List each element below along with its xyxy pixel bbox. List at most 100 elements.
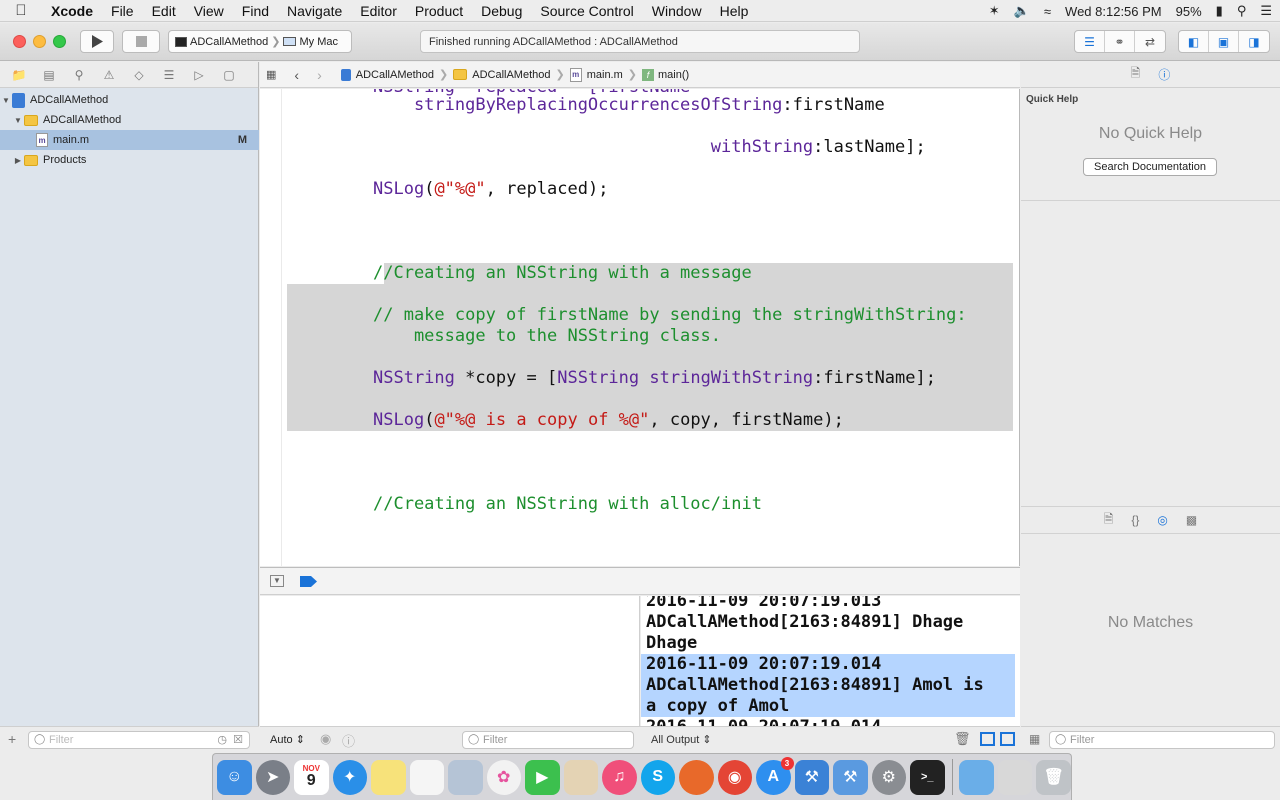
downloads-folder-icon[interactable] [959, 759, 994, 795]
run-button[interactable] [80, 30, 114, 53]
safari-icon[interactable]: ✦ [332, 759, 367, 795]
editor-gutter[interactable] [260, 89, 282, 566]
search-documentation-button[interactable]: Search Documentation [1083, 158, 1217, 176]
documents-icon[interactable] [997, 759, 1033, 795]
chrome-icon[interactable]: ◉ [717, 759, 752, 795]
tree-row-project[interactable]: ▼ ADCallAMethod [0, 90, 259, 110]
menu-editor[interactable]: Editor [351, 3, 406, 19]
menu-edit[interactable]: Edit [143, 3, 185, 19]
preview-icon[interactable] [448, 759, 483, 795]
menu-find[interactable]: Find [233, 3, 278, 19]
stop-button[interactable] [122, 30, 160, 53]
add-file-icon[interactable]: + [8, 731, 16, 747]
output-selector[interactable]: All Output ⇕ [651, 733, 712, 746]
grid-view-icon[interactable]: ▦ [1029, 732, 1040, 746]
standard-editor-icon[interactable]: ☰ [1075, 31, 1105, 52]
reminders-icon[interactable] [409, 759, 444, 795]
scheme-selector[interactable]: ADCallAMethod ❯ My Mac [168, 30, 352, 53]
breakpoint-navigator-icon[interactable]: ▷ [190, 68, 208, 82]
info-icon[interactable]: ⓘ [342, 731, 355, 750]
source-control-filter-icon[interactable]: ☒ [233, 733, 243, 746]
debug-navigator-icon[interactable]: ☰ [160, 68, 178, 82]
auto-scope-selector[interactable]: Auto ⇕ [270, 733, 305, 746]
minimize-window-button[interactable] [33, 35, 46, 48]
navigator-filter-input[interactable]: ◯ Filter ◷ ☒ [28, 731, 250, 749]
system-preferences-icon[interactable]: ⚙ [871, 759, 906, 795]
notification-center-icon[interactable]: ☰ [1260, 3, 1272, 19]
disclosure-right-icon[interactable]: ▶ [12, 156, 24, 165]
xcode-icon[interactable]: ⚒ [794, 759, 829, 795]
split-right-pane-icon[interactable] [1000, 732, 1015, 746]
assistant-editor-icon[interactable]: ⚭ [1105, 31, 1135, 52]
tree-row-main-m[interactable]: m main.m M [0, 130, 259, 150]
menu-app-name[interactable]: Xcode [42, 3, 102, 19]
calendar-icon[interactable]: NOV 9 [294, 759, 329, 795]
menu-view[interactable]: View [185, 3, 233, 19]
disclosure-down-icon[interactable]: ▼ [0, 96, 12, 105]
trash-icon[interactable]: 🗑 [1036, 759, 1071, 795]
issue-navigator-icon[interactable]: ⚠ [100, 68, 118, 82]
breakpoints-toggle-icon[interactable] [300, 576, 317, 587]
notes-icon[interactable] [371, 759, 406, 795]
menu-help[interactable]: Help [711, 3, 758, 19]
jumpbar-crumb-project[interactable]: ADCallAMethod [338, 68, 437, 81]
volume-icon[interactable]: 🔈 [1014, 3, 1030, 19]
menu-navigate[interactable]: Navigate [278, 3, 351, 19]
apple-menu-icon[interactable]:  [0, 2, 42, 19]
media-library-icon[interactable]: ▩ [1186, 513, 1197, 527]
find-navigator-icon[interactable]: ⚲ [70, 68, 88, 82]
photos-icon[interactable]: ✿ [486, 759, 521, 795]
quick-look-eye-icon[interactable]: ◉ [320, 731, 331, 747]
jumpbar-crumb-group[interactable]: ADCallAMethod [450, 69, 553, 81]
spotlight-search-icon[interactable]: ⚲ [1237, 3, 1247, 19]
skype-icon[interactable]: S [640, 759, 675, 795]
tree-row-products[interactable]: ▶ Products [0, 150, 259, 170]
code-snippet-library-icon[interactable]: {} [1131, 513, 1139, 527]
symbol-navigator-icon[interactable]: ▤ [40, 68, 58, 82]
report-navigator-icon[interactable]: ▢ [220, 68, 238, 82]
console-output[interactable]: 2016-11-09 20:07:19.013 ADCallAMethod[216… [641, 596, 1020, 726]
terminal-icon[interactable]: >_ [910, 759, 945, 795]
firefox-icon[interactable] [679, 759, 714, 795]
library-filter-input[interactable]: ◯ Filter [1049, 731, 1275, 749]
jumpbar-crumb-file[interactable]: m main.m [567, 67, 626, 82]
source-editor[interactable]: NSString *replaced = [firstName stringBy… [260, 89, 1020, 566]
jumpbar-crumb-function[interactable]: f main() [639, 68, 692, 81]
version-editor-icon[interactable]: ⇄ [1135, 31, 1165, 52]
menu-source-control[interactable]: Source Control [531, 3, 642, 19]
battery-percent[interactable]: 95% [1176, 4, 1202, 19]
quick-help-icon[interactable]: ⓘ [1158, 66, 1170, 83]
project-navigator-folder-icon[interactable]: 📁 [10, 68, 28, 82]
bluetooth-icon[interactable]: ✶ [989, 3, 1000, 19]
appstore-icon[interactable]: A 3 [756, 756, 794, 795]
tree-row-group[interactable]: ▼ ADCallAMethod [0, 110, 259, 130]
toggle-utilities-icon[interactable]: ◨ [1239, 31, 1269, 52]
test-navigator-icon[interactable]: ◇ [130, 68, 148, 82]
battery-icon[interactable]: ▮ [1216, 3, 1223, 19]
file-template-library-icon[interactable]: 🗎 [1104, 510, 1114, 531]
object-library-icon[interactable]: ◎ [1157, 513, 1167, 527]
hide-debug-area-icon[interactable]: ▼ [270, 575, 284, 587]
itunes-icon[interactable]: ♫ [602, 759, 637, 795]
menu-window[interactable]: Window [643, 3, 711, 19]
disclosure-down-icon[interactable]: ▼ [12, 116, 24, 125]
trash-icon[interactable]: 🗑 [954, 731, 971, 747]
file-inspector-icon[interactable]: 🗎 [1131, 64, 1141, 85]
xcode-beta-icon[interactable]: ⚒ [833, 759, 868, 795]
related-items-icon[interactable]: ▦ [260, 68, 280, 81]
launchpad-icon[interactable]: ➤ [255, 759, 290, 795]
split-left-pane-icon[interactable] [980, 732, 995, 746]
finder-icon[interactable]: ☺ [217, 759, 252, 795]
zoom-window-button[interactable] [53, 35, 66, 48]
variables-filter-input[interactable]: ◯ Filter [462, 731, 634, 749]
menu-debug[interactable]: Debug [472, 3, 531, 19]
menubar-clock[interactable]: Wed 8:12:56 PM [1065, 4, 1162, 19]
menu-product[interactable]: Product [406, 3, 472, 19]
variables-view[interactable] [260, 596, 640, 726]
close-window-button[interactable] [13, 35, 26, 48]
recent-files-icon[interactable]: ◷ [217, 733, 227, 746]
forward-arrow-icon[interactable]: › [303, 67, 326, 83]
back-arrow-icon[interactable]: ‹ [280, 67, 303, 83]
wifi-icon[interactable]: ≈ [1044, 4, 1051, 19]
menu-file[interactable]: File [102, 3, 143, 19]
